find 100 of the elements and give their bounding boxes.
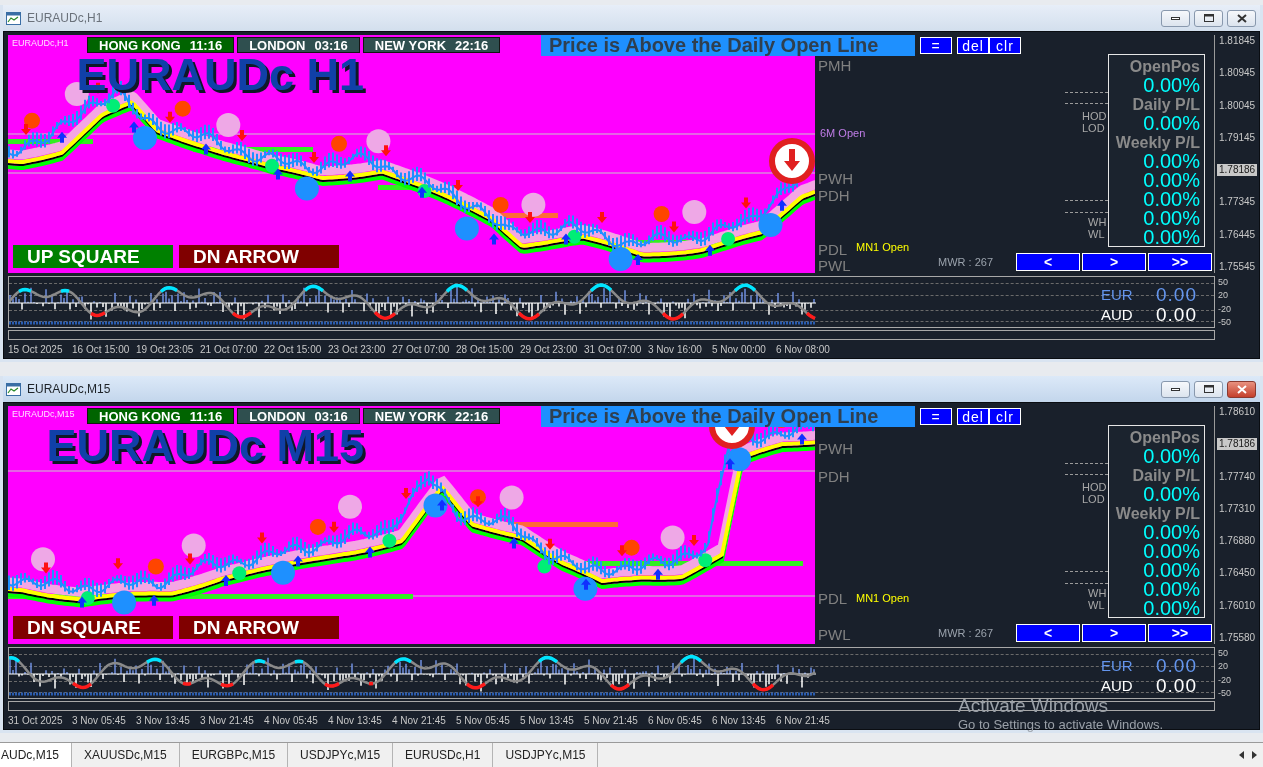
minimize-button[interactable] [1161, 380, 1190, 398]
minimize-button[interactable] [1161, 9, 1190, 27]
tool-button[interactable]: = [920, 408, 952, 425]
tool-button[interactable]: clr [989, 37, 1021, 54]
range-label: WH [1088, 217, 1107, 228]
chart-tab[interactable]: XAUUSDc,M15 [72, 743, 180, 767]
time-label: 31 Oct 2025 [8, 714, 64, 726]
time-label: 6 Nov 08:00 [776, 343, 831, 355]
time-label: 6 Nov 21:45 [776, 714, 831, 726]
scroll-left-button[interactable] [1239, 751, 1244, 759]
oscillator-scale-label: 50 [1218, 277, 1229, 287]
range-label: WL [1088, 600, 1105, 611]
chart-tab[interactable]: USDJPYc,M15 [288, 743, 394, 767]
range-label: HOD [1082, 111, 1107, 122]
close-button[interactable] [1227, 9, 1256, 27]
level-label: PDH [818, 188, 850, 203]
chart-tab[interactable]: USDJPYc,M15 [493, 743, 599, 767]
close-icon [1236, 384, 1247, 394]
pl-value: 0.00% [1143, 76, 1200, 95]
time-label: 5 Nov 13:45 [520, 714, 575, 726]
nav-button[interactable]: < [1016, 624, 1080, 642]
currency-code: EUR [1101, 285, 1134, 305]
time-label: 3 Nov 13:45 [136, 714, 191, 726]
time-label: 5 Nov 21:45 [584, 714, 639, 726]
pl-label: Daily P/L [1132, 466, 1200, 485]
currency-value: 0.00 [1156, 656, 1197, 676]
time-label: 4 Nov 21:45 [392, 714, 447, 726]
chart-tab[interactable]: EURUSDc,H1 [393, 743, 494, 767]
time-label: 3 Nov 05:45 [72, 714, 127, 726]
nav-button[interactable]: < [1016, 253, 1080, 271]
tool-button[interactable]: clr [989, 408, 1021, 425]
time-label: 6 Nov 13:45 [712, 714, 767, 726]
chart-tab[interactable]: EURGBPc,M15 [179, 743, 289, 767]
price-label: 1.77345 [1218, 196, 1257, 209]
pl-value: 0.00% [1143, 228, 1200, 247]
time-label: 22 Oct 15:00 [264, 343, 323, 355]
currency-value: 0.00 [1156, 305, 1197, 325]
range-label: LOD [1082, 494, 1105, 505]
pl-value: 0.00% [1143, 447, 1200, 466]
close-button[interactable] [1227, 380, 1256, 398]
time-label: 29 Oct 23:00 [520, 343, 579, 355]
tool-button[interactable]: = [920, 37, 952, 54]
time-label: 5 Nov 05:45 [456, 714, 511, 726]
tool-button[interactable]: del [957, 37, 989, 54]
mwr-readout: MWR : 267 [938, 256, 993, 268]
mwr-readout: MWR : 267 [938, 627, 993, 639]
price-label: 1.77740 [1218, 470, 1257, 483]
pl-value: 0.00% [1143, 114, 1200, 133]
tool-button[interactable]: del [957, 408, 989, 425]
time-label: 3 Nov 21:45 [200, 714, 255, 726]
nav-button[interactable]: > [1082, 624, 1146, 642]
time-label: 15 Oct 2025 [8, 343, 64, 355]
level-label: PWL [818, 627, 851, 642]
current-price-label: 1.78186 [1217, 164, 1258, 177]
chart-window-icon [6, 11, 21, 25]
level-label: PWH [818, 171, 853, 186]
time-label: 3 Nov 16:00 [648, 343, 703, 355]
time-label: 6 Nov 05:45 [648, 714, 703, 726]
nav-button[interactable]: > [1082, 253, 1146, 271]
pl-value: 0.00% [1143, 485, 1200, 504]
oscillator-scale-label: 20 [1218, 661, 1229, 672]
price-label: 1.78610 [1218, 406, 1257, 418]
level-label: PWH [818, 441, 853, 456]
pl-label: Daily P/L [1132, 95, 1200, 114]
restore-button[interactable] [1194, 9, 1223, 27]
time-label: 31 Oct 07:00 [584, 343, 643, 355]
chart-tab[interactable]: AUDc,M15 [0, 743, 72, 767]
pl-value: 0.00% [1143, 542, 1200, 561]
nav-button[interactable]: >> [1148, 624, 1212, 642]
pl-value: 0.00% [1143, 190, 1200, 209]
level-label: MN1 Open [856, 242, 910, 253]
currency-value: 0.00 [1156, 285, 1197, 305]
time-label: 5 Nov 00:00 [712, 343, 767, 355]
price-label: 1.76010 [1218, 599, 1257, 612]
right-triangle-icon [1252, 751, 1257, 759]
minimize-icon [1171, 16, 1180, 20]
oscillator-scale-label: -50 [1218, 688, 1232, 698]
scroll-right-button[interactable] [1252, 751, 1257, 759]
pl-value: 0.00% [1143, 209, 1200, 228]
pl-value: 0.00% [1143, 171, 1200, 190]
price-label: 1.80945 [1218, 67, 1257, 80]
level-label: PDH [818, 469, 850, 484]
nav-button[interactable]: >> [1148, 253, 1212, 271]
level-label: PDL [818, 591, 848, 606]
price-label: 1.75580 [1218, 631, 1257, 644]
restore-button[interactable] [1194, 380, 1223, 398]
price-label: 1.76880 [1218, 535, 1257, 548]
pl-label: Weekly P/L [1115, 504, 1200, 523]
time-label: 16 Oct 15:00 [72, 343, 131, 355]
currency-code: EUR [1101, 656, 1134, 676]
range-label: HOD [1082, 482, 1107, 493]
range-label: WH [1088, 588, 1107, 599]
price-label: 1.81845 [1218, 35, 1257, 47]
price-label: 1.77310 [1218, 502, 1257, 515]
time-label: 4 Nov 05:45 [264, 714, 319, 726]
pl-value: 0.00% [1143, 599, 1200, 618]
oscillator-scale-label: -20 [1218, 674, 1232, 685]
chart-window-icon [6, 382, 21, 396]
level-label: PDL [818, 242, 848, 257]
pl-value: 0.00% [1143, 580, 1200, 599]
